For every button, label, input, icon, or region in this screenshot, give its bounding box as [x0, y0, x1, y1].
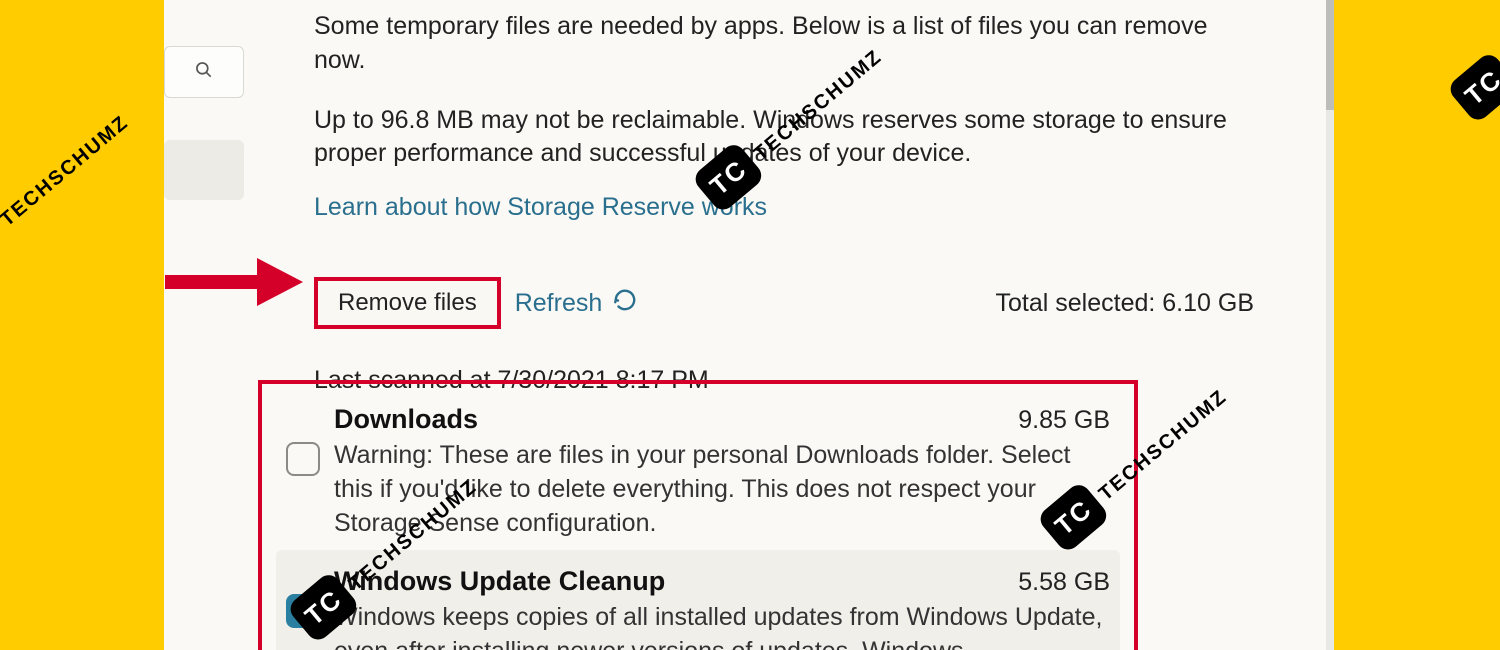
file-size: 9.85 GB	[1018, 406, 1110, 435]
watermark: TECHSCHUMZ	[0, 111, 134, 231]
refresh-icon	[612, 287, 638, 320]
file-description: Warning: These are files in your persona…	[334, 439, 1110, 540]
search-input[interactable]	[164, 46, 244, 98]
intro-text-1: Some temporary files are needed by apps.…	[314, 10, 1254, 78]
temporary-files-content: Some temporary files are needed by apps.…	[314, 10, 1254, 395]
file-size: 5.58 GB	[1018, 568, 1110, 597]
checkbox-downloads[interactable]	[286, 442, 320, 476]
search-icon	[194, 60, 214, 85]
file-title: Downloads	[334, 404, 478, 435]
remove-files-button[interactable]: Remove files	[314, 277, 501, 329]
refresh-label: Refresh	[515, 289, 603, 318]
intro-text-2: Up to 96.8 MB may not be reclaimable. Wi…	[314, 104, 1254, 172]
file-category-windows-update-cleanup[interactable]: Windows Update Cleanup 5.58 GB Windows k…	[276, 550, 1120, 650]
refresh-button[interactable]: Refresh	[515, 287, 639, 320]
sidebar-item-selected[interactable]	[164, 140, 244, 200]
file-title: Windows Update Cleanup	[334, 566, 665, 597]
file-categories-list: Downloads 9.85 GB Warning: These are fil…	[258, 380, 1138, 650]
vertical-scrollbar[interactable]	[1326, 0, 1334, 650]
learn-more-link[interactable]: Learn about how Storage Reserve works	[314, 193, 767, 222]
checkbox-windows-update-cleanup[interactable]	[286, 594, 320, 628]
scrollbar-thumb[interactable]	[1326, 0, 1334, 110]
file-category-downloads[interactable]: Downloads 9.85 GB Warning: These are fil…	[280, 394, 1116, 550]
action-row: Remove files Refresh Total selected: 6.1…	[314, 270, 1254, 336]
watermark: TCTECHSCHUMZ	[1446, 0, 1500, 124]
settings-window: Some temporary files are needed by apps.…	[164, 0, 1334, 650]
total-selected: Total selected: 6.10 GB	[996, 289, 1254, 318]
file-description: Windows keeps copies of all installed up…	[334, 601, 1110, 650]
